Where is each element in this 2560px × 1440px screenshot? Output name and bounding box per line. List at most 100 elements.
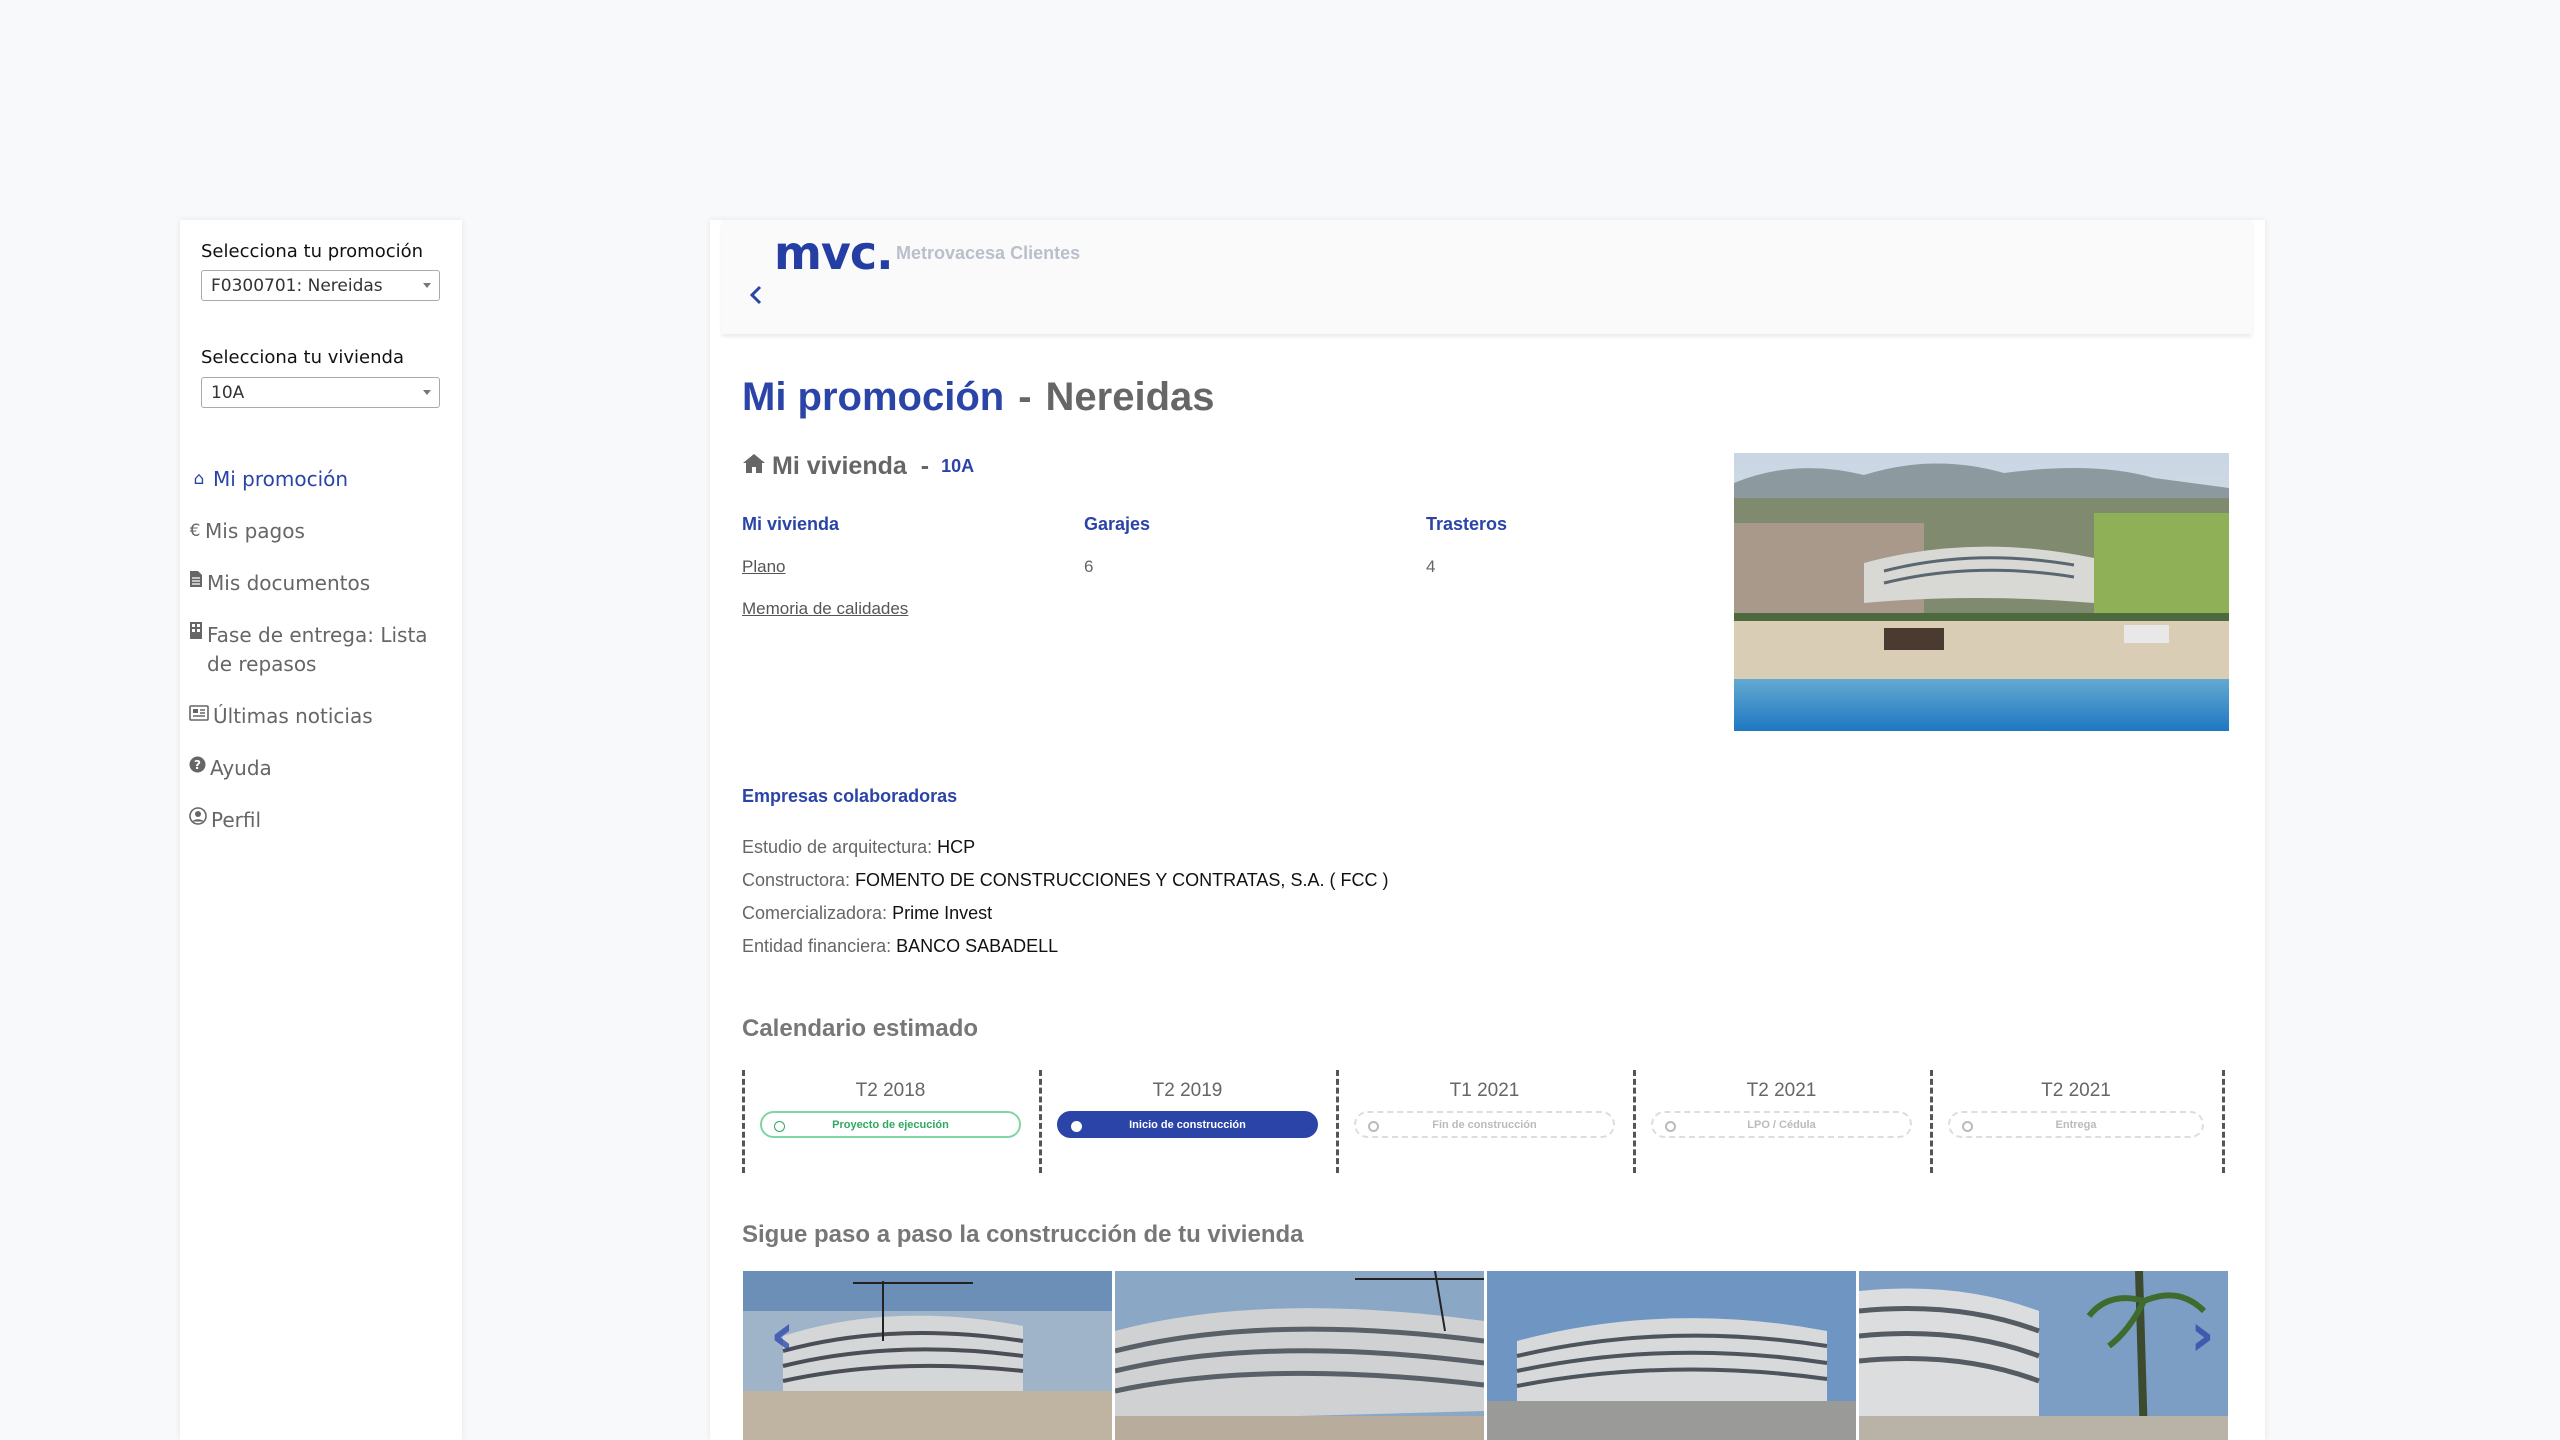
promotion-select[interactable]: F0300701: Nereidas (201, 270, 440, 301)
sidebar-item-fase-entrega[interactable]: Fase de entrega: Lista de repasos (189, 621, 449, 679)
gallery-prev-icon[interactable]: ‹ (770, 1300, 795, 1370)
radio-icon (1071, 1121, 1082, 1132)
radio-icon (1368, 1121, 1379, 1132)
empresa-row: Comercializadora: Prime Invest (742, 903, 992, 924)
radio-icon (1665, 1121, 1676, 1132)
sidebar-item-label: Fase de entrega: Lista de repasos (207, 623, 428, 676)
sidebar-item-mis-documentos[interactable]: Mis documentos (189, 569, 449, 598)
step-date: T2 2019 (1152, 1080, 1223, 1101)
step-date: T2 2018 (855, 1080, 926, 1101)
user-icon (189, 806, 207, 835)
unit-select[interactable]: 10A (201, 377, 440, 408)
sidebar-item-label: Mis documentos (207, 571, 371, 595)
step-badge: Fin de construcción (1354, 1111, 1615, 1138)
logo[interactable]: mvc. (774, 226, 894, 280)
vivienda-label: Mi vivienda (772, 452, 907, 480)
empresa-label: Estudio de arquitectura: (742, 837, 933, 857)
gallery-next-icon[interactable]: › (2190, 1300, 2215, 1370)
empresa-label: Constructora: (742, 870, 851, 890)
page-title: Mi promoción - Nereidas (742, 375, 1215, 420)
calendar-step: T1 2021 Fin de construcción (1336, 1070, 1633, 1173)
chevron-down-icon (423, 283, 431, 288)
back-icon[interactable] (745, 280, 767, 310)
col-header-vivienda: Mi vivienda (742, 514, 840, 534)
promotion-photo (1734, 453, 2229, 731)
step-badge: LPO / Cédula (1651, 1111, 1912, 1138)
empresa-row: Constructora: FOMENTO DE CONSTRUCCIONES … (742, 870, 1388, 891)
home-icon (742, 452, 766, 481)
promotion-name: Nereidas (1045, 375, 1215, 419)
empresa-value: Prime Invest (892, 903, 993, 923)
sidebar-item-mi-promocion[interactable]: ⌂ Mi promoción (189, 465, 449, 494)
gallery-photo[interactable] (1859, 1271, 2228, 1440)
main-panel: mvc. Metrovacesa Clientes Mi promoción - N… (710, 220, 2265, 1440)
svg-text:?: ? (194, 758, 201, 772)
page-title-label: Mi promoción (742, 375, 1005, 419)
step-label: Fin de construcción (1432, 1119, 1537, 1131)
sidebar-item-ayuda[interactable]: ? Ayuda (189, 754, 449, 783)
vivienda-title: Mi vivienda - 10A (742, 452, 974, 481)
step-date: T2 2021 (2041, 1080, 2111, 1101)
building-icon (189, 621, 203, 650)
title-separator: - (920, 452, 930, 480)
calendar-step: T2 2021 Entrega (1930, 1070, 2222, 1173)
newspaper-icon (189, 702, 209, 731)
unit-select-value: 10A (211, 383, 245, 403)
step-badge: Proyecto de ejecución (760, 1111, 1021, 1138)
chevron-down-icon (423, 390, 431, 395)
empresa-value: BANCO SABADELL (896, 936, 1059, 956)
gallery-photo[interactable] (743, 1271, 1112, 1440)
sidebar-item-label: Perfil (211, 808, 262, 832)
document-icon (189, 569, 203, 598)
step-badge: Entrega (1948, 1111, 2204, 1138)
title-separator: - (1018, 375, 1032, 419)
sidebar: Selecciona tu promoción F0300701: Nereid… (180, 220, 462, 1440)
empresa-row: Entidad financiera: BANCO SABADELL (742, 936, 1058, 957)
calendar-step: T2 2021 LPO / Cédula (1633, 1070, 1930, 1173)
promotion-select-label: Selecciona tu promoción (201, 241, 424, 262)
brand-name: Metrovacesa Clientes (896, 243, 1081, 263)
unit-code: 10A (941, 456, 975, 476)
empresa-row: Estudio de arquitectura: HCP (742, 837, 975, 858)
empresa-value: FOMENTO DE CONSTRUCCIONES Y CONTRATAS, S… (855, 870, 1389, 890)
radio-icon (1962, 1121, 1973, 1132)
plano-link[interactable]: Plano (742, 557, 785, 577)
promotion-select-value: F0300701: Nereidas (211, 276, 383, 296)
sidebar-item-label: Ayuda (210, 756, 272, 780)
step-date: T1 2021 (1449, 1080, 1520, 1101)
step-label: Proyecto de ejecución (832, 1119, 949, 1131)
empresa-label: Entidad financiera: (742, 936, 892, 956)
empresa-value: HCP (937, 837, 976, 857)
sidebar-nav: ⌂ Mi promoción € Mis pagos Mis documento… (189, 465, 449, 858)
check-icon (774, 1121, 785, 1132)
step-date: T2 2021 (1746, 1080, 1817, 1101)
gallery-photo[interactable] (1487, 1271, 1856, 1440)
empresa-label: Comercializadora: (742, 903, 888, 923)
euro-icon: € (189, 521, 201, 541)
topbar: mvc. Metrovacesa Clientes (722, 220, 2252, 334)
col-header-trasteros: Trasteros (1426, 514, 1508, 534)
calendar-step: T2 2018 Proyecto de ejecución (742, 1070, 1039, 1173)
step-label: Entrega (2055, 1119, 2097, 1131)
garajes-value: 6 (1084, 557, 1094, 576)
question-icon: ? (189, 754, 206, 783)
sidebar-item-mis-pagos[interactable]: € Mis pagos (189, 517, 449, 546)
col-header-garajes: Garajes (1084, 514, 1151, 534)
construction-gallery (743, 1271, 2228, 1440)
sidebar-item-label: Últimas noticias (213, 704, 373, 728)
step-badge: Inicio de construcción (1057, 1111, 1318, 1138)
step-label: Inicio de construcción (1129, 1119, 1246, 1131)
gallery-photo[interactable] (1115, 1271, 1484, 1440)
calendar-title: Calendario estimado (742, 1015, 979, 1042)
empresas-title: Empresas colaboradoras (742, 786, 958, 806)
sidebar-item-label: Mis pagos (205, 519, 305, 543)
sidebar-item-perfil[interactable]: Perfil (189, 806, 449, 835)
unit-select-label: Selecciona tu vivienda (201, 347, 404, 368)
sidebar-item-ultimas-noticias[interactable]: Últimas noticias (189, 702, 449, 731)
memoria-calidades-link[interactable]: Memoria de calidades (742, 599, 908, 619)
timeline-divider (2222, 1070, 2225, 1173)
calendar-timeline: T2 2018 Proyecto de ejecución T2 2019 In… (742, 1070, 2235, 1173)
home-icon: ⌂ (193, 469, 205, 489)
sidebar-item-label: Mi promoción (213, 467, 349, 491)
gallery-title: Sigue paso a paso la construcción de tu … (742, 1221, 1304, 1248)
